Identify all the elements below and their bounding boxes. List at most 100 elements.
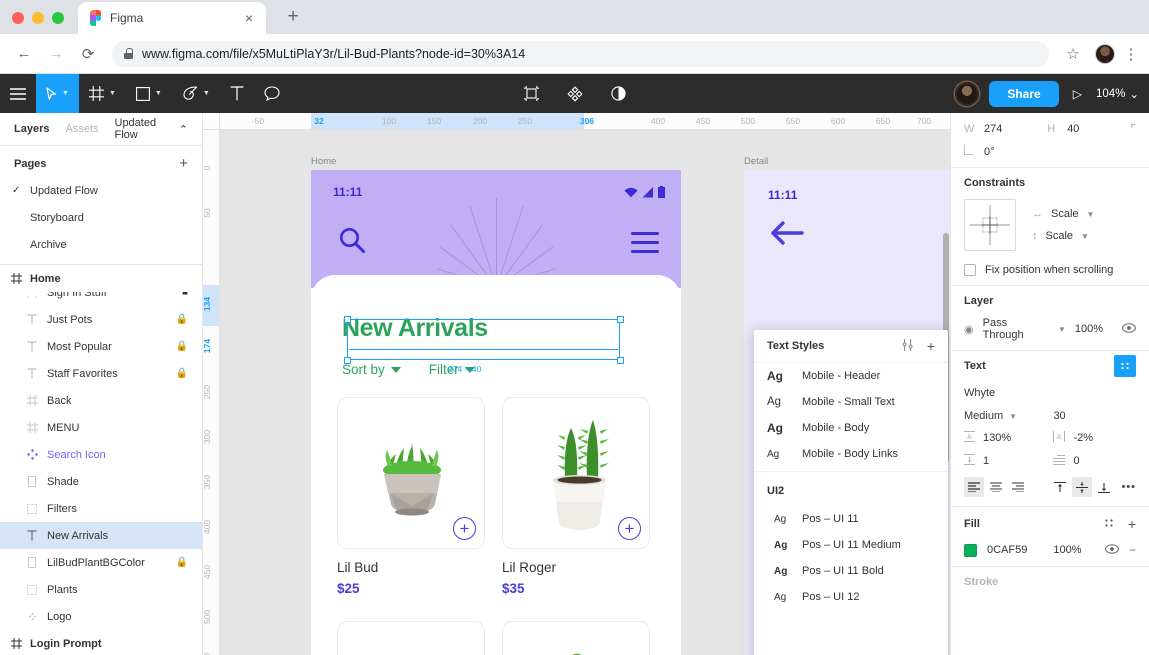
- lock-icon[interactable]: 🔒: [176, 557, 188, 568]
- layer-row[interactable]: Back: [0, 387, 202, 414]
- forward-icon[interactable]: →: [42, 40, 70, 68]
- zoom-level-control[interactable]: 104% ⌄: [1096, 87, 1139, 101]
- align-center-button[interactable]: [986, 477, 1006, 497]
- align-bottom-button[interactable]: [1094, 477, 1114, 497]
- lock-icon[interactable]: 🔒: [176, 341, 188, 352]
- reload-icon[interactable]: ⟳: [74, 40, 102, 68]
- align-right-button[interactable]: [1008, 477, 1028, 497]
- layer-row[interactable]: Staff Favorites 🔒: [0, 360, 202, 387]
- constraint-widget[interactable]: [964, 199, 1016, 251]
- address-bar[interactable]: www.figma.com/file/x5MuLtiPlaY3r/Lil-Bud…: [112, 40, 1049, 67]
- width-field[interactable]: W 274: [964, 123, 1047, 135]
- text-style-picker-button[interactable]: [1114, 355, 1136, 377]
- layer-row[interactable]: Most Popular 🔒: [0, 333, 202, 360]
- home-frame[interactable]: 11:11 New Arrivals Sort by Filter + Lil …: [311, 170, 681, 655]
- browser-profile-avatar[interactable]: [1095, 43, 1115, 64]
- blend-mode-value[interactable]: Pass Through: [983, 317, 1049, 341]
- paragraph-spacing-field[interactable]: 1: [964, 454, 1053, 468]
- layer-opacity-value[interactable]: 100%: [1075, 323, 1103, 335]
- constrain-proportions-icon[interactable]: ⌜: [1130, 122, 1136, 136]
- page-item-storyboard[interactable]: Storyboard: [0, 204, 202, 231]
- text-style-item[interactable]: Ag Pos – UI 12: [754, 584, 948, 610]
- fill-hex-value[interactable]: 0CAF59: [987, 544, 1027, 556]
- share-button[interactable]: Share: [989, 80, 1059, 107]
- align-left-button[interactable]: [964, 477, 984, 497]
- sliders-icon[interactable]: [902, 338, 913, 354]
- text-tool-button[interactable]: [220, 74, 254, 113]
- contrast-icon[interactable]: [601, 74, 636, 113]
- frame-item-home[interactable]: Home: [0, 265, 202, 292]
- text-styles-panel[interactable]: Text Styles + Ag Mobile - Header Ag Mobi…: [754, 330, 948, 655]
- font-weight-field[interactable]: Medium ▼: [964, 410, 1053, 422]
- chevron-down-icon[interactable]: ▼: [155, 90, 162, 97]
- product-card[interactable]: [502, 621, 650, 655]
- frame-title-home[interactable]: Home: [311, 156, 336, 167]
- fill-color-swatch[interactable]: [964, 543, 977, 557]
- text-style-item[interactable]: Ag Mobile - Header: [754, 363, 948, 389]
- text-style-item[interactable]: Ag Pos – UI 11 Bold: [754, 558, 948, 584]
- new-tab-button[interactable]: +: [280, 6, 306, 34]
- shape-tool-button[interactable]: ▼: [126, 74, 172, 113]
- comment-tool-button[interactable]: [254, 74, 290, 113]
- design-canvas[interactable]: Home 11:11 New Arrivals Sort by Filter +…: [220, 130, 950, 655]
- paragraph-indent-field[interactable]: 0: [1053, 454, 1080, 468]
- browser-menu-icon[interactable]: ⋮: [1123, 45, 1139, 63]
- bookmark-star-icon[interactable]: ☆: [1059, 40, 1087, 68]
- text-style-item[interactable]: Ag Mobile - Body Links: [754, 441, 948, 467]
- layer-row-new-arrivals[interactable]: New Arrivals: [0, 522, 202, 549]
- present-icon[interactable]: ▷: [1069, 74, 1086, 113]
- layers-list[interactable]: Sign In Stuff ■ Just Pots 🔒 Most Popular…: [0, 292, 202, 655]
- layer-row[interactable]: Plants: [0, 576, 202, 603]
- font-family-value[interactable]: Whyte: [964, 387, 1136, 399]
- canvas-area[interactable]: -50 32 100 150 200 250 306 400 450 500 550 600 650 70…: [203, 113, 950, 655]
- move-tool-button[interactable]: ▼: [36, 74, 79, 113]
- fill-opacity-value[interactable]: 100%: [1053, 544, 1081, 556]
- add-to-cart-button[interactable]: +: [618, 517, 641, 540]
- layer-row[interactable]: Logo: [0, 603, 202, 630]
- tab-assets[interactable]: Assets: [65, 123, 98, 135]
- resize-handle-ne[interactable]: [617, 316, 624, 323]
- fill-visibility-icon[interactable]: [1105, 543, 1119, 557]
- layer-row[interactable]: Just Pots 🔒: [0, 306, 202, 333]
- text-style-item[interactable]: Ag Mobile - Body: [754, 415, 948, 441]
- fix-position-checkbox[interactable]: [964, 264, 976, 276]
- page-item-archive[interactable]: Archive: [0, 231, 202, 258]
- close-tab-icon[interactable]: ×: [240, 9, 258, 27]
- chevron-down-icon[interactable]: ▼: [203, 90, 210, 97]
- add-fill-button[interactable]: +: [1128, 516, 1136, 532]
- layer-row[interactable]: Shade: [0, 468, 202, 495]
- rotation-field[interactable]: 0°: [964, 145, 1050, 158]
- search-icon[interactable]: [339, 227, 365, 258]
- components-icon[interactable]: [514, 74, 549, 113]
- user-avatar[interactable]: [955, 81, 980, 106]
- layer-row[interactable]: Search Icon: [0, 441, 202, 468]
- lock-icon[interactable]: 🔒: [176, 368, 188, 379]
- page-item-updated-flow[interactable]: ✓ Updated Flow: [0, 177, 202, 204]
- add-text-style-button[interactable]: +: [927, 338, 935, 354]
- locked-icon[interactable]: ■: [182, 292, 188, 298]
- layer-row[interactable]: Filters: [0, 495, 202, 522]
- close-window-button[interactable]: [12, 12, 24, 24]
- menu-icon[interactable]: [631, 232, 659, 259]
- line-height-field[interactable]: A 130%: [964, 431, 1053, 445]
- frame-item-login-prompt[interactable]: Login Prompt: [0, 630, 202, 655]
- product-card[interactable]: [337, 621, 485, 655]
- chevron-down-icon[interactable]: ▼: [109, 90, 116, 97]
- frame-tool-button[interactable]: ▼: [79, 74, 126, 113]
- pen-tool-button[interactable]: ▼: [172, 74, 220, 113]
- horizontal-constraint[interactable]: ↔ Scale ▼: [1032, 208, 1094, 220]
- chevron-down-icon[interactable]: ▼: [62, 90, 69, 97]
- back-icon[interactable]: ←: [10, 40, 38, 68]
- sort-by-dropdown[interactable]: Sort by: [342, 362, 401, 377]
- product-card[interactable]: +: [502, 397, 650, 549]
- vertical-ruler[interactable]: 050134174250300350400450500550: [203, 113, 220, 655]
- layer-row[interactable]: MENU: [0, 414, 202, 441]
- product-card[interactable]: +: [337, 397, 485, 549]
- fill-styles-icon[interactable]: [1104, 518, 1114, 531]
- minimize-window-button[interactable]: [32, 12, 44, 24]
- fix-position-row[interactable]: Fix position when scrolling: [964, 264, 1136, 276]
- vertical-constraint[interactable]: ↕ Scale ▼: [1032, 230, 1094, 242]
- text-style-item[interactable]: Ag Mobile - Small Text: [754, 389, 948, 415]
- visibility-eye-icon[interactable]: [1122, 322, 1136, 336]
- horizontal-ruler[interactable]: -50 32 100 150 200 250 306 400 450 500 550 600 650 70…: [203, 113, 950, 130]
